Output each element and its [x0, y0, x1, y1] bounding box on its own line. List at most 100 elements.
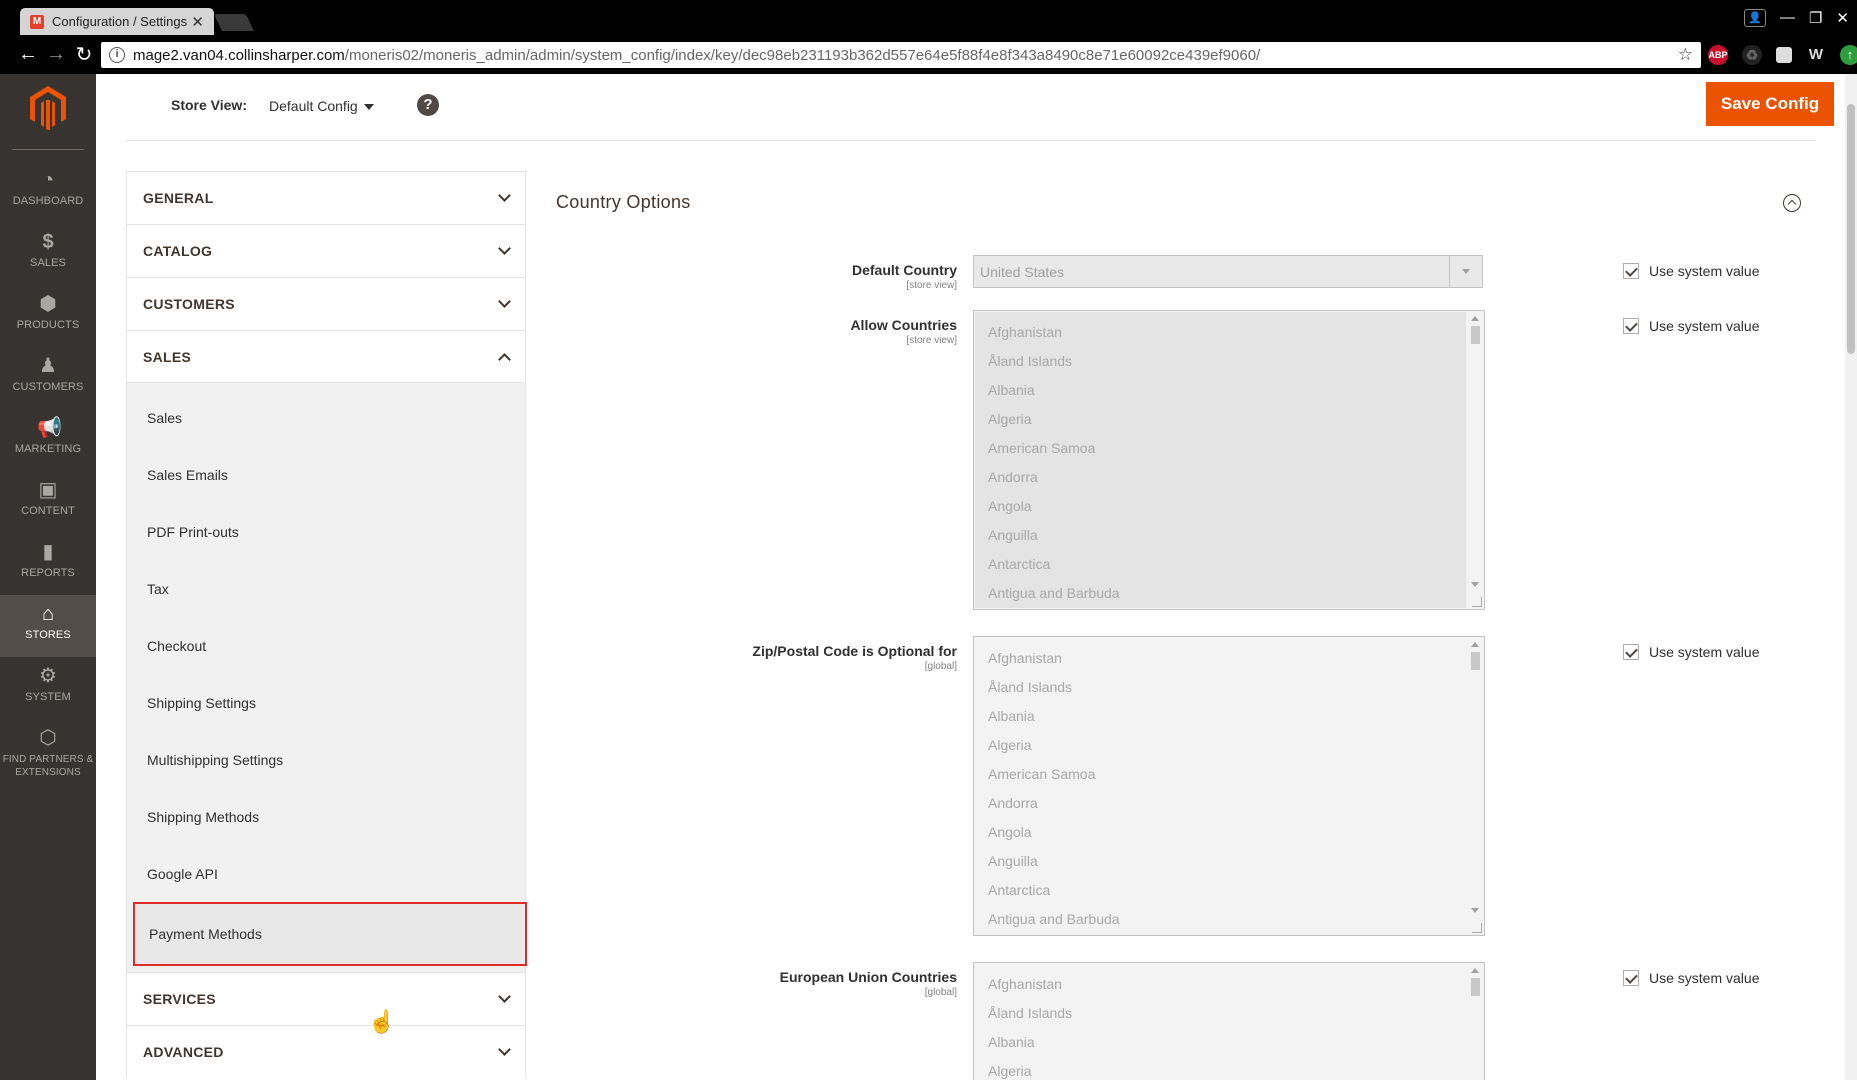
default-country-select[interactable]: United States [973, 255, 1483, 288]
list-item[interactable]: Anguilla [975, 847, 1466, 876]
close-window-icon[interactable]: ✕ [1836, 9, 1849, 27]
list-item[interactable]: Algeria [975, 405, 1466, 434]
use-system-checkbox[interactable] [1623, 970, 1639, 986]
subitem-shipping-settings[interactable]: Shipping Settings [127, 674, 525, 731]
resize-grip-icon[interactable] [1472, 923, 1482, 933]
subitem-multishipping-settings[interactable]: Multishipping Settings [127, 731, 525, 788]
back-icon[interactable]: ← [14, 43, 42, 66]
profile-icon[interactable]: 👤 [1743, 8, 1766, 27]
nav-marketing[interactable]: 📢 Marketing [0, 409, 96, 471]
nav-customers[interactable]: ♟ Customers [0, 347, 96, 409]
list-item[interactable]: Andorra [975, 463, 1466, 492]
list-item[interactable]: Åland Islands [975, 673, 1466, 702]
browser-tab[interactable]: M Configuration / Settings ✕ [20, 8, 214, 35]
use-system-checkbox[interactable] [1623, 318, 1639, 334]
resize-grip-icon[interactable] [1472, 597, 1482, 607]
help-icon[interactable]: ? [417, 94, 439, 116]
list-item[interactable]: Algeria [975, 731, 1466, 760]
list-item[interactable]: Algeria [975, 1057, 1466, 1080]
zip-optional-multiselect[interactable]: Afghanistan Åland Islands Albania Algeri… [973, 636, 1485, 936]
tab-sales[interactable]: SALES [126, 330, 526, 383]
tab-close-icon[interactable]: ✕ [191, 13, 204, 31]
list-item[interactable]: Andorra [975, 789, 1466, 818]
scroll-thumb[interactable] [1471, 326, 1480, 344]
list-item[interactable]: Antarctica [975, 550, 1466, 579]
scroll-thumb[interactable] [1471, 652, 1480, 670]
nav-dashboard[interactable]: ◔ Dashboard [0, 161, 96, 223]
forward-icon[interactable]: → [42, 43, 70, 66]
allow-countries-use-system[interactable]: Use system value [1623, 318, 1759, 334]
extension-square-icon[interactable] [1776, 47, 1792, 63]
list-item[interactable]: Afghanistan [975, 970, 1466, 999]
tab-services[interactable]: SERVICES [126, 972, 526, 1025]
new-tab-button[interactable] [214, 14, 254, 31]
tab-customers[interactable]: CUSTOMERS [126, 277, 526, 330]
subitem-sales-emails[interactable]: Sales Emails [127, 446, 525, 503]
eu-countries-multiselect[interactable]: Afghanistan Åland Islands Albania Algeri… [973, 962, 1485, 1080]
list-item[interactable]: Antigua and Barbuda [975, 579, 1466, 608]
nav-reports[interactable]: ▮ Reports [0, 533, 96, 595]
list-item[interactable]: Antarctica [975, 876, 1466, 905]
subitem-shipping-methods[interactable]: Shipping Methods [127, 788, 525, 845]
use-system-checkbox[interactable] [1623, 263, 1639, 279]
adblock-icon[interactable]: ABP [1708, 45, 1728, 65]
subitem-payment-methods[interactable]: Payment Methods [133, 902, 527, 966]
list-item[interactable]: Åland Islands [975, 347, 1466, 376]
eu-countries-use-system[interactable]: Use system value [1623, 970, 1759, 986]
multiselect-scrollbar[interactable] [1467, 963, 1484, 1080]
restore-icon[interactable]: ❐ [1809, 9, 1822, 27]
list-item[interactable]: Angola [975, 492, 1466, 521]
scroll-thumb[interactable] [1471, 978, 1480, 996]
subitem-sales[interactable]: Sales [127, 389, 525, 446]
zip-optional-use-system[interactable]: Use system value [1623, 644, 1759, 660]
scroll-down-icon[interactable] [1471, 908, 1479, 913]
info-icon[interactable]: i [109, 47, 125, 63]
reload-icon[interactable]: ↻ [70, 42, 98, 67]
subitem-pdf-printouts[interactable]: PDF Print-outs [127, 503, 525, 560]
tab-advanced[interactable]: ADVANCED [126, 1025, 526, 1078]
minimize-icon[interactable]: — [1780, 9, 1795, 26]
upload-arrow-icon[interactable]: ↑ [1840, 45, 1857, 65]
magento-logo-icon[interactable] [30, 86, 66, 130]
store-view-switcher[interactable]: Default Config [269, 98, 374, 114]
subitem-tax[interactable]: Tax [127, 560, 525, 617]
scroll-up-icon[interactable] [1471, 316, 1479, 321]
allow-countries-multiselect[interactable]: Afghanistan Åland Islands Albania Algeri… [973, 310, 1485, 610]
list-item[interactable]: Albania [975, 702, 1466, 731]
tab-general[interactable]: GENERAL [126, 171, 526, 224]
nav-sales[interactable]: $ Sales [0, 223, 96, 285]
recycle-icon[interactable]: ♻ [1742, 45, 1762, 65]
nav-products[interactable]: ⬢ Products [0, 285, 96, 347]
scroll-down-icon[interactable] [1471, 582, 1479, 587]
collapse-section-icon[interactable] [1783, 194, 1801, 212]
list-item[interactable]: American Samoa [975, 434, 1466, 463]
multiselect-scrollbar[interactable] [1467, 311, 1484, 609]
nav-system[interactable]: ⚙ System [0, 657, 96, 719]
list-item[interactable]: Anguilla [975, 521, 1466, 550]
list-item[interactable]: Antigua and Barbuda [975, 905, 1466, 934]
multiselect-scrollbar[interactable] [1467, 637, 1484, 935]
scroll-up-icon[interactable] [1471, 642, 1479, 647]
scroll-up-icon[interactable] [1471, 968, 1479, 973]
list-item[interactable]: Afghanistan [975, 644, 1466, 673]
section-title[interactable]: Country Options [556, 192, 691, 213]
address-bar[interactable]: i mage2.van04.collinsharper.com/moneris0… [101, 42, 1701, 68]
nav-find-partners[interactable]: ⬡ Find Partners & Extensions [0, 719, 96, 789]
list-item[interactable]: Albania [975, 376, 1466, 405]
subitem-google-api[interactable]: Google API [127, 845, 525, 902]
use-system-checkbox[interactable] [1623, 644, 1639, 660]
page-scroll-thumb[interactable] [1847, 104, 1855, 354]
list-item[interactable]: Angola [975, 818, 1466, 847]
nav-stores[interactable]: ⌂ Stores [0, 595, 96, 657]
wordpress-icon[interactable]: W [1806, 45, 1826, 65]
bookmark-star-icon[interactable]: ☆ [1678, 45, 1693, 65]
tab-catalog[interactable]: CATALOG [126, 224, 526, 277]
list-item[interactable]: Albania [975, 1028, 1466, 1057]
list-item[interactable]: Afghanistan [975, 318, 1466, 347]
list-item[interactable]: Åland Islands [975, 999, 1466, 1028]
nav-content[interactable]: ▣ Content [0, 471, 96, 533]
list-item[interactable]: American Samoa [975, 760, 1466, 789]
subitem-checkout[interactable]: Checkout [127, 617, 525, 674]
save-config-button[interactable]: Save Config [1706, 82, 1834, 126]
default-country-use-system[interactable]: Use system value [1623, 263, 1759, 279]
